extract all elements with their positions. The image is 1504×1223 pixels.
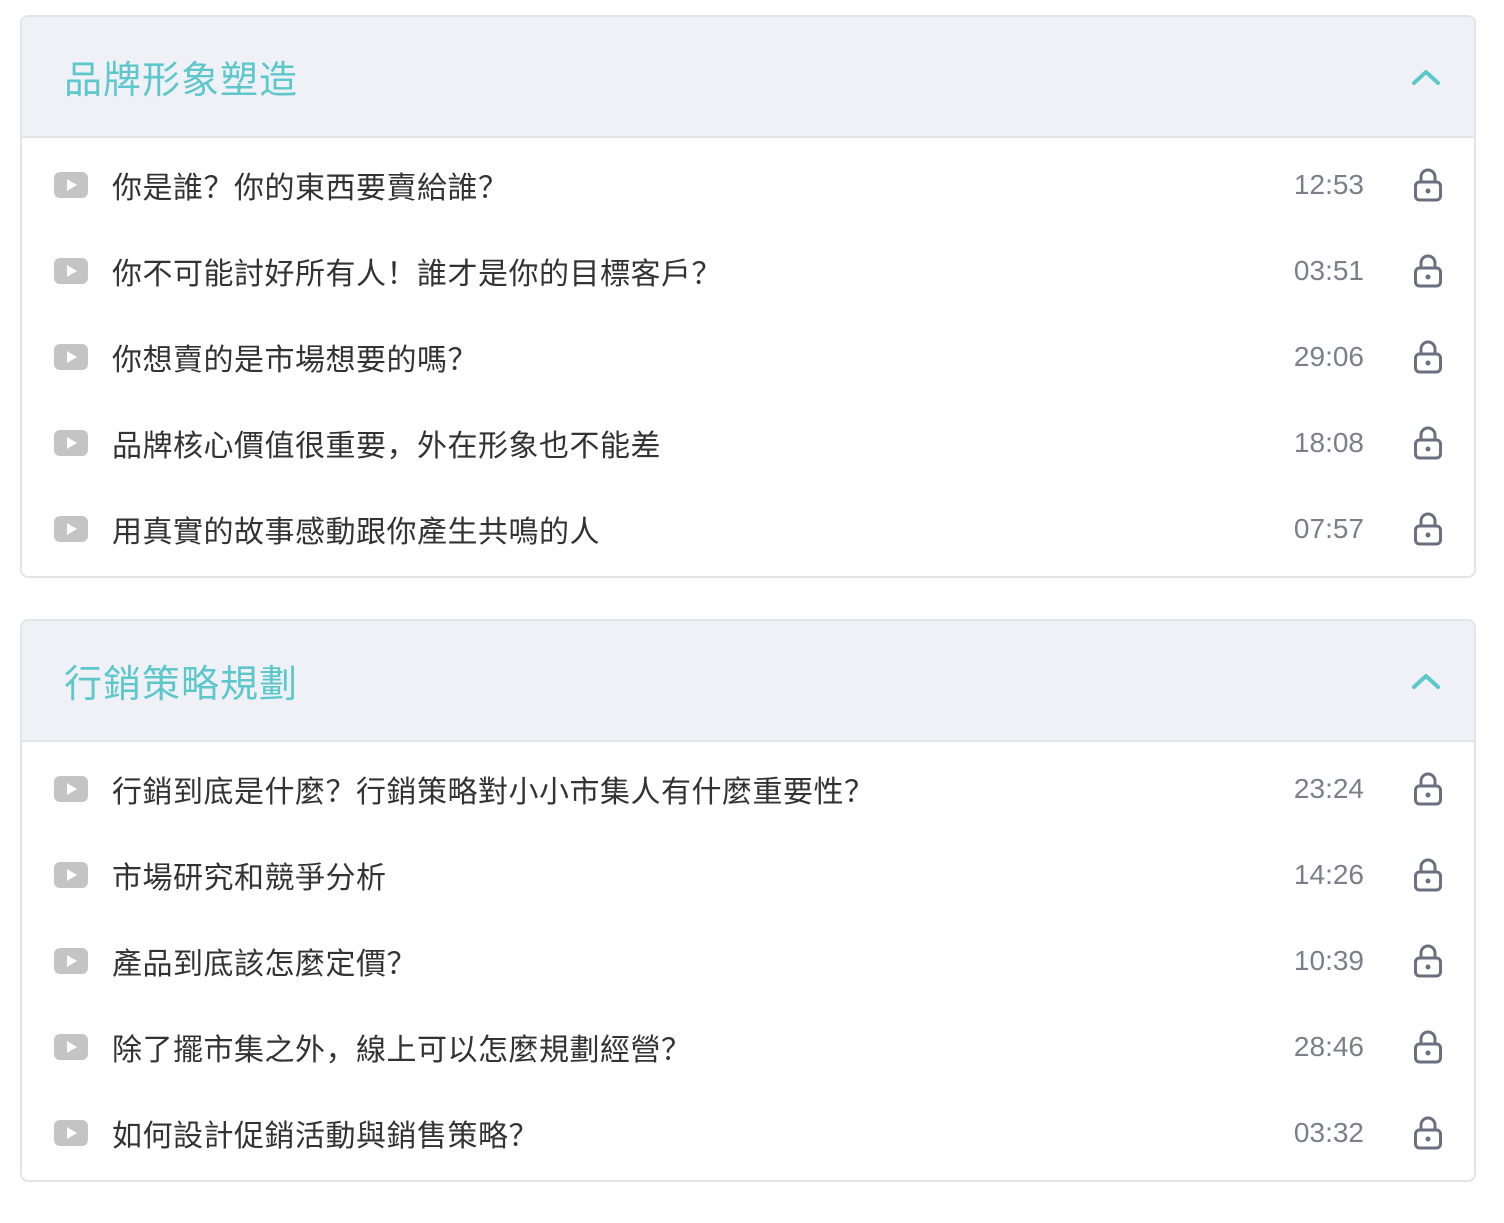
lock-icon <box>1412 858 1444 892</box>
lesson-duration: 14:26 <box>1293 859 1364 890</box>
chevron-up-icon[interactable] <box>1410 665 1442 697</box>
lesson-title: 你想賣的是市場想要的嗎？ <box>112 343 478 378</box>
lock-icon <box>1412 254 1444 288</box>
play-video-icon <box>54 776 88 802</box>
lesson-duration: 03:51 <box>1293 255 1364 286</box>
lesson-title: 行銷到底是什麼？行銷策略對小小市集人有什麼重要性？ <box>112 775 875 810</box>
lesson-list: 行銷到底是什麼？行銷策略對小小市集人有什麼重要性？ 23:24 市場研究和競爭分… <box>22 742 1474 1180</box>
lesson-title: 除了擺市集之外，線上可以怎麼規劃經營？ <box>112 1033 692 1068</box>
lesson-duration: 23:24 <box>1293 773 1364 804</box>
lesson-item[interactable]: 用真實的故事感動跟你產生共鳴的人 07:57 <box>22 486 1474 572</box>
lock-icon <box>1412 944 1444 978</box>
lesson-item[interactable]: 你想賣的是市場想要的嗎？ 29:06 <box>22 314 1474 400</box>
lesson-duration: 28:46 <box>1293 1031 1364 1062</box>
lock-icon <box>1412 1030 1444 1064</box>
lesson-item[interactable]: 市場研究和競爭分析 14:26 <box>22 832 1474 918</box>
play-video-icon <box>54 172 88 198</box>
lock-icon <box>1412 426 1444 460</box>
chapter-header[interactable]: 品牌形象塑造 <box>22 17 1474 138</box>
play-video-icon <box>54 862 88 888</box>
lesson-duration: 03:32 <box>1293 1117 1364 1148</box>
chapter-header[interactable]: 行銷策略規劃 <box>22 621 1474 742</box>
lesson-item[interactable]: 品牌核心價值很重要，外在形象也不能差 18:08 <box>22 400 1474 486</box>
play-video-icon <box>54 344 88 370</box>
lesson-duration: 29:06 <box>1293 341 1364 372</box>
lesson-duration: 07:57 <box>1293 513 1364 544</box>
lesson-item[interactable]: 如何設計促銷活動與銷售策略？ 03:32 <box>22 1090 1474 1176</box>
chapter-title: 行銷策略規劃 <box>64 662 299 706</box>
play-video-icon <box>54 1120 88 1146</box>
lesson-duration: 12:53 <box>1293 169 1364 200</box>
lesson-title: 如何設計促銷活動與銷售策略？ <box>112 1119 539 1154</box>
lesson-title: 你不可能討好所有人！誰才是你的目標客戶？ <box>112 257 722 292</box>
lesson-title: 市場研究和競爭分析 <box>112 861 387 896</box>
lesson-item[interactable]: 你不可能討好所有人！誰才是你的目標客戶？ 03:51 <box>22 228 1474 314</box>
lesson-item[interactable]: 產品到底該怎麼定價？ 10:39 <box>22 918 1474 1004</box>
lock-icon <box>1412 512 1444 546</box>
lesson-duration: 18:08 <box>1293 427 1364 458</box>
lesson-item[interactable]: 行銷到底是什麼？行銷策略對小小市集人有什麼重要性？ 23:24 <box>22 746 1474 832</box>
lock-icon <box>1412 168 1444 202</box>
chevron-up-icon[interactable] <box>1410 61 1442 93</box>
lesson-title: 用真實的故事感動跟你產生共鳴的人 <box>112 515 600 550</box>
play-video-icon <box>54 1034 88 1060</box>
lesson-title: 產品到底該怎麼定價？ <box>112 947 417 982</box>
chapter-section: 行銷策略規劃 行銷到底是什麼？行銷策略對小小市集人有什麼重要性？ 23:24 市… <box>20 619 1476 1182</box>
play-video-icon <box>54 516 88 542</box>
play-video-icon <box>54 948 88 974</box>
play-video-icon <box>54 258 88 284</box>
lock-icon <box>1412 340 1444 374</box>
lesson-title: 品牌核心價值很重要，外在形象也不能差 <box>112 429 661 464</box>
lesson-item[interactable]: 除了擺市集之外，線上可以怎麼規劃經營？ 28:46 <box>22 1004 1474 1090</box>
chapter-title: 品牌形象塑造 <box>64 58 299 102</box>
lesson-duration: 10:39 <box>1293 945 1364 976</box>
lock-icon <box>1412 772 1444 806</box>
lesson-list: 你是誰？你的東西要賣給誰？ 12:53 你不可能討好所有人！誰才是你的目標客戶？… <box>22 138 1474 576</box>
course-curriculum: 品牌形象塑造 你是誰？你的東西要賣給誰？ 12:53 你不可能討好所有人！誰才是… <box>20 15 1476 1223</box>
play-video-icon <box>54 430 88 456</box>
lesson-title: 你是誰？你的東西要賣給誰？ <box>112 171 509 206</box>
chapter-section: 品牌形象塑造 你是誰？你的東西要賣給誰？ 12:53 你不可能討好所有人！誰才是… <box>20 15 1476 578</box>
lesson-item[interactable]: 你是誰？你的東西要賣給誰？ 12:53 <box>22 142 1474 228</box>
lock-icon <box>1412 1116 1444 1150</box>
